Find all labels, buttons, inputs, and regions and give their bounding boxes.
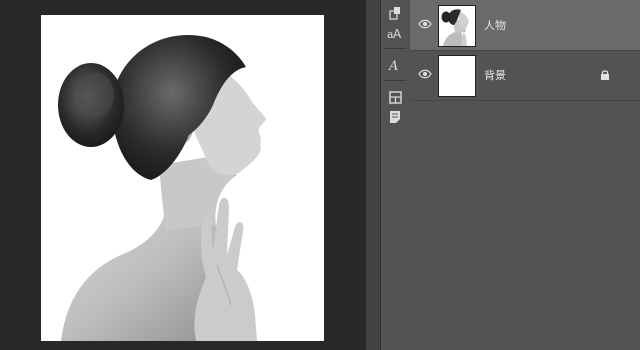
- notes-icon[interactable]: [386, 108, 404, 126]
- lock-icon[interactable]: [600, 69, 610, 80]
- panel-toolstrip: aA A: [380, 0, 411, 350]
- properties-icon[interactable]: [386, 88, 404, 106]
- document-canvas[interactable]: [41, 15, 324, 341]
- layers-panel: 人物 背景: [410, 0, 640, 350]
- layer-thumbnail: [438, 5, 476, 47]
- panel-gutter: [366, 0, 380, 350]
- eye-visibility-icon[interactable]: [418, 69, 432, 79]
- woman-portrait-thumbnail: [439, 6, 475, 46]
- layer-name[interactable]: 背景: [484, 67, 506, 83]
- toolstrip-divider: [385, 48, 406, 49]
- character-icon[interactable]: aA: [386, 24, 404, 42]
- woman-profile-photo: [58, 34, 266, 341]
- svg-text:A: A: [388, 59, 398, 72]
- eye-visibility-icon[interactable]: [418, 19, 432, 29]
- layer-thumbnail-white: [438, 55, 476, 97]
- paragraph-style-icon[interactable]: A: [386, 56, 404, 74]
- layer-name[interactable]: 人物: [484, 17, 506, 33]
- toolstrip-divider: [385, 80, 406, 81]
- layer-row-person[interactable]: 人物: [410, 0, 640, 51]
- layer-style-icon[interactable]: [386, 4, 404, 22]
- layer-row-background[interactable]: 背景: [410, 50, 640, 101]
- canvas-area[interactable]: [0, 0, 366, 350]
- svg-text:A: A: [393, 27, 402, 40]
